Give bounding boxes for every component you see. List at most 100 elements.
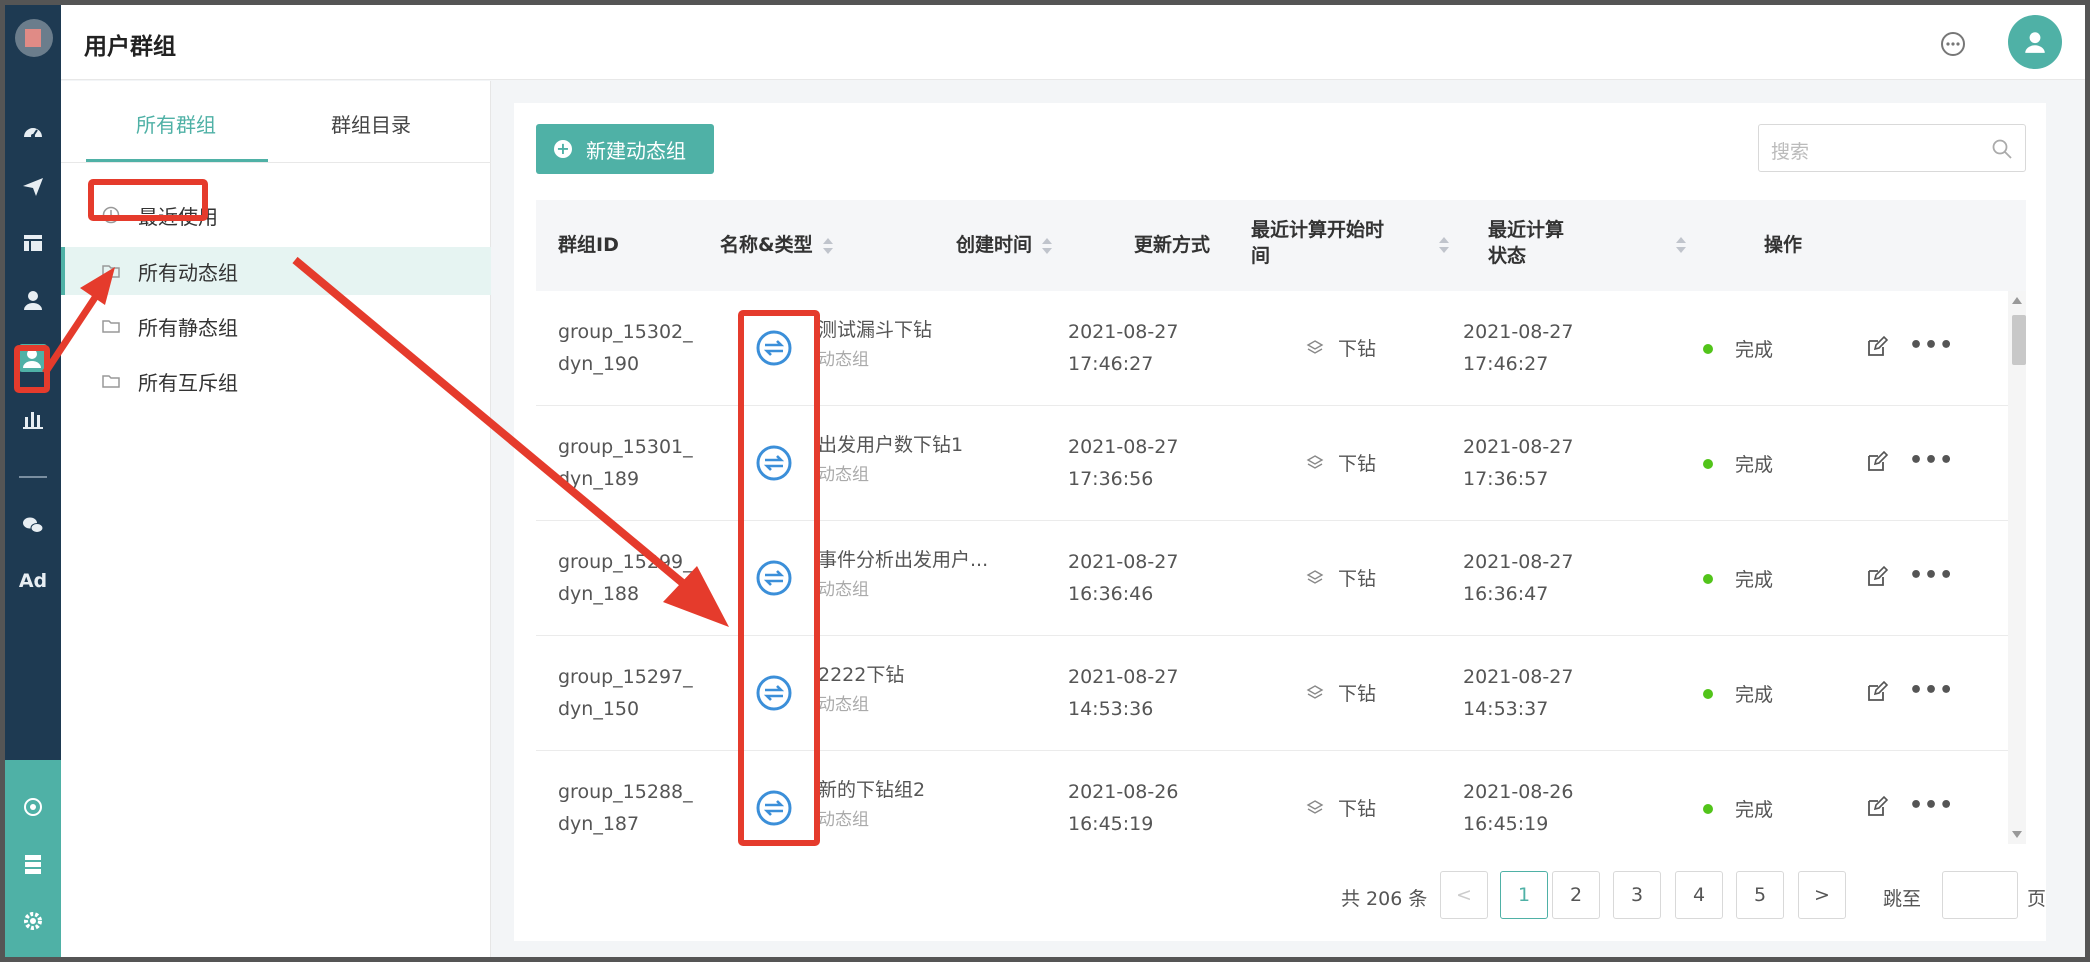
status-label: 完成 (1735, 339, 1774, 361)
layout-icon[interactable] (19, 229, 47, 257)
calc-time: 14:53:37 (1463, 698, 1549, 720)
page-button-4[interactable]: 4 (1675, 871, 1723, 919)
update-method-cell: 下钻 (1306, 794, 1376, 821)
sort-icon[interactable] (1042, 237, 1053, 254)
search-icon[interactable] (1991, 138, 2013, 160)
dashboard-icon[interactable] (19, 118, 47, 146)
sort-icon[interactable] (822, 237, 833, 254)
calc-time: 17:36:57 (1463, 468, 1549, 490)
page-button-5[interactable]: 5 (1736, 871, 1784, 919)
name-type-cell: 出发用户数下钻1 动态组 (818, 430, 963, 490)
more-actions-icon[interactable]: ••• (1909, 563, 1954, 588)
created-time: 14:53:36 (1068, 698, 1154, 720)
target-icon[interactable] (19, 793, 47, 821)
sidebar-item-dynamic-groups[interactable]: 所有动态组 (61, 247, 491, 295)
sidebar-item-mutex-groups[interactable]: 所有互斥组 (61, 357, 491, 405)
avatar[interactable] (2008, 15, 2062, 69)
sidebar-item-label: 所有互斥组 (138, 370, 238, 395)
page-button-1[interactable]: 1 (1500, 871, 1548, 919)
group-name-link[interactable]: 出发用户数下钻1 (818, 430, 963, 460)
settings-icon[interactable] (19, 907, 47, 935)
edit-icon[interactable] (1865, 680, 1889, 704)
update-method-label: 下钻 (1338, 338, 1377, 360)
group-name-link[interactable]: 事件分析出发用户... (818, 545, 988, 575)
scroll-up-icon[interactable] (2012, 297, 2022, 304)
header-label: 状态 (1488, 245, 1527, 267)
more-actions-icon[interactable]: ••• (1909, 793, 1954, 818)
more-actions-icon[interactable]: ••• (1909, 448, 1954, 473)
status-badge: 完成 (1703, 565, 1773, 592)
new-dynamic-group-button[interactable]: + 新建动态组 (536, 124, 714, 174)
next-page-button[interactable]: > (1798, 871, 1846, 919)
group-id-cell: group_15299_ dyn_188 (558, 546, 693, 610)
more-actions-icon[interactable]: ••• (1909, 678, 1954, 703)
tab-divider (61, 162, 491, 163)
edit-icon[interactable] (1865, 565, 1889, 589)
ad-nav-item[interactable]: Ad (13, 570, 53, 592)
tab-group-directory[interactable]: 群组目录 (331, 109, 411, 138)
group-name-link[interactable]: 测试漏斗下钻 (818, 315, 932, 345)
sidebar-item-label: 所有静态组 (138, 315, 238, 340)
status-badge: 完成 (1703, 335, 1773, 362)
update-method-cell: 下钻 (1306, 334, 1376, 361)
annotation-box-dynamic-groups (88, 179, 208, 221)
status-label: 完成 (1735, 569, 1774, 591)
scroll-down-icon[interactable] (2012, 831, 2022, 838)
send-icon[interactable] (19, 173, 47, 201)
table-header: 群组ID 名称&类型 创建时间 更新方式 最近计算开始时间 最近计算 状态 操作 (536, 200, 2026, 291)
status-dot-icon (1703, 343, 1713, 354)
prev-page-button[interactable]: < (1440, 871, 1488, 919)
group-id-line: group_15299_ (558, 551, 693, 573)
created-date: 2021-08-27 (1068, 321, 1179, 343)
drilldown-icon (1306, 339, 1324, 354)
group-type-label: 动态组 (818, 810, 869, 830)
wechat-icon[interactable] (19, 511, 47, 539)
server-icon[interactable] (19, 850, 47, 878)
top-bar: 用户群组 (61, 5, 2085, 80)
group-id-line: dyn_190 (558, 353, 640, 375)
app-logo (15, 19, 53, 57)
update-method-label: 下钻 (1338, 798, 1377, 820)
group-id-line: group_15301_ (558, 436, 693, 458)
annotation-box-type-icons (738, 310, 820, 846)
calc-date: 2021-08-26 (1463, 781, 1574, 803)
header-update-method: 更新方式 (1134, 234, 1211, 256)
sidebar-item-label: 所有动态组 (138, 260, 238, 285)
user-icon[interactable] (19, 286, 47, 314)
header-created-time[interactable]: 创建时间 (956, 232, 1053, 258)
new-button-label: 新建动态组 (586, 138, 686, 163)
sort-icon[interactable] (1676, 237, 1686, 253)
page-title: 用户群组 (84, 34, 176, 60)
drilldown-icon (1306, 569, 1324, 584)
created-time: 17:36:56 (1068, 468, 1154, 490)
search-input[interactable]: 搜索 (1758, 124, 2026, 172)
header-actions: 操作 (1764, 234, 1803, 256)
group-name-link[interactable]: 2222下钻 (818, 660, 904, 690)
edit-icon[interactable] (1865, 795, 1889, 819)
header-calc-start: 最近计算开始时间 (1251, 217, 1384, 269)
scroll-thumb[interactable] (2012, 315, 2026, 365)
group-type-label: 动态组 (818, 580, 869, 600)
user-avatar-icon (2025, 32, 2045, 53)
group-id-line: dyn_187 (558, 813, 640, 835)
jump-page-input[interactable] (1942, 871, 2018, 919)
vertical-scrollbar[interactable] (2008, 291, 2026, 844)
header-name-type[interactable]: 名称&类型 (720, 232, 833, 258)
edit-icon[interactable] (1865, 335, 1889, 359)
tab-all-groups[interactable]: 所有群组 (136, 109, 216, 138)
page-unit-label: 页 (2027, 888, 2047, 910)
page-button-2[interactable]: 2 (1552, 871, 1600, 919)
message-icon[interactable] (1939, 30, 1967, 58)
page-button-3[interactable]: 3 (1613, 871, 1661, 919)
header-label: 最近计算开始时 (1251, 219, 1385, 241)
more-actions-icon[interactable]: ••• (1909, 333, 1954, 358)
folder-icon (102, 375, 120, 388)
group-id-line: group_15297_ (558, 666, 693, 688)
calc-start-cell: 2021-08-27 16:36:47 (1463, 546, 1573, 610)
edit-icon[interactable] (1865, 450, 1889, 474)
bar-chart-icon[interactable] (19, 405, 47, 433)
sort-icon[interactable] (1439, 237, 1449, 253)
sidebar-item-static-groups[interactable]: 所有静态组 (61, 302, 491, 350)
group-name-link[interactable]: 新的下钻组2 (818, 775, 925, 805)
header-calc-state: 最近计算 状态 (1488, 217, 1564, 269)
